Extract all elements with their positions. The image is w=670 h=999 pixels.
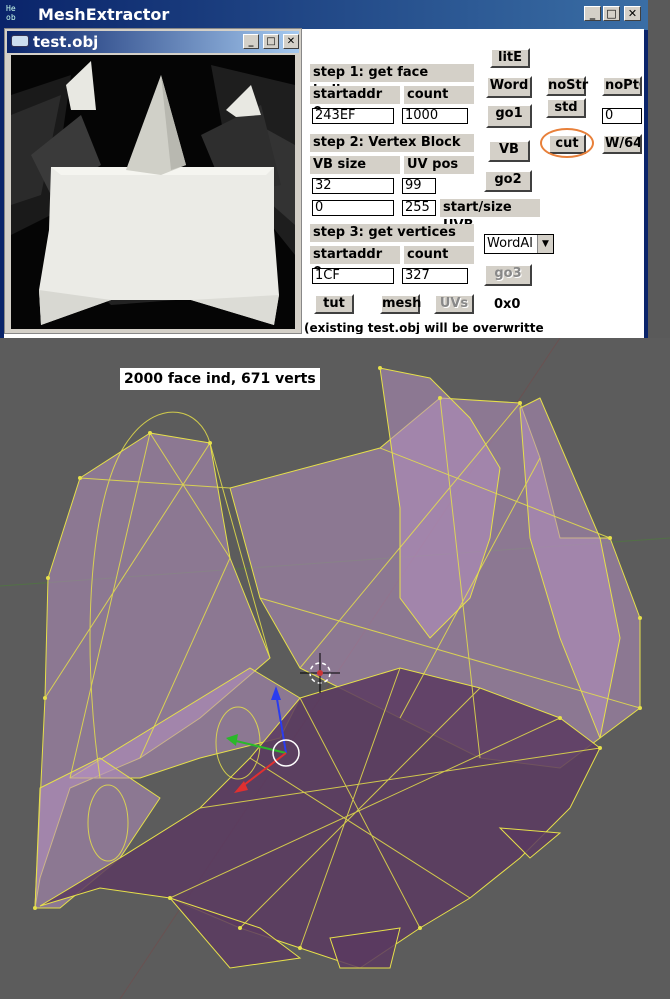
maximize-button[interactable]: □ — [603, 6, 620, 21]
step3-startaddr-input[interactable]: 1CF — [312, 268, 394, 284]
w64k-button[interactable]: W/64k — [602, 134, 642, 154]
step1-count-input[interactable]: 1000 — [402, 108, 468, 124]
go2-button[interactable]: go2 — [484, 170, 532, 192]
child-window-test-obj: test.obj _ □ ✕ — [4, 28, 302, 334]
step3-count-label: count — [404, 246, 474, 264]
step3-startaddr-label: startaddr 0x — [310, 246, 400, 280]
child-title: test.obj — [33, 33, 99, 51]
mesh-extractor-window: Heob MeshExtractor _ □ ✕ test.obj _ □ ✕ — [0, 0, 648, 338]
minimize-button[interactable]: _ — [584, 6, 601, 21]
step2-header: step 2: Vertex Block — [310, 134, 474, 152]
right-value-input[interactable]: 0 — [602, 108, 642, 124]
chevron-down-icon[interactable]: ▼ — [537, 235, 553, 253]
close-button[interactable]: ✕ — [624, 6, 641, 21]
mode-dropdown[interactable]: WordAl ▼ — [484, 234, 554, 254]
nostr-button[interactable]: noStr — [546, 76, 588, 96]
child-close-button[interactable]: ✕ — [283, 34, 299, 49]
highlight-circle — [540, 128, 594, 158]
go1-button[interactable]: go1 — [486, 104, 532, 128]
noptc-button[interactable]: noPtC — [602, 76, 642, 96]
wireframe-mesh-view — [0, 338, 670, 999]
mode-dropdown-value: WordAl — [487, 236, 533, 251]
mesh-stats-label: 2000 face ind, 671 verts — [120, 368, 320, 390]
step2-vbsize-input[interactable]: 32 — [312, 178, 394, 194]
app-title: MeshExtractor — [38, 5, 170, 24]
step1-count-label: count — [404, 86, 474, 104]
step2-uvpos-label: UV pos — [404, 156, 474, 174]
mesh-preview — [11, 61, 295, 325]
status-note: (existing test.obj will be overwritten!) — [304, 322, 544, 334]
step2-uvb-start-input[interactable]: 0 — [312, 200, 394, 216]
mesh-preview-viewport[interactable] — [11, 55, 295, 329]
step1-startaddr-label: startaddr 0x — [310, 86, 400, 120]
3d-viewport[interactable]: 2000 face ind, 671 verts — [0, 338, 670, 999]
go3-button[interactable]: go3 — [484, 264, 532, 286]
title-bar[interactable]: He ob MeshExtractor _ □ ✕ — [0, 0, 648, 30]
mesh-button[interactable]: mesh — [380, 294, 421, 314]
lite-button[interactable]: litE — [490, 48, 530, 68]
word-button[interactable]: Word — [486, 76, 532, 98]
tut-button[interactable]: tut — [314, 294, 354, 314]
child-maximize-button[interactable]: □ — [263, 34, 279, 49]
step2-vbsize-label: VB size — [310, 156, 400, 174]
step3-header: step 3: get vertices — [310, 224, 474, 242]
step2-uvb-label: start/size UVB — [440, 199, 540, 233]
vb-button[interactable]: VB — [488, 140, 530, 162]
child-title-bar[interactable]: test.obj _ □ ✕ — [7, 31, 299, 53]
uvs-button[interactable]: UVs — [434, 294, 474, 314]
app-icon: He ob — [6, 4, 16, 22]
step1-startaddr-input[interactable]: 243EF — [312, 108, 394, 124]
step2-uvb-size-input[interactable]: 255 — [402, 200, 436, 216]
step2-uvpos-input[interactable]: 99 — [402, 178, 436, 194]
hex-display: 0x0 — [494, 297, 521, 312]
child-minimize-button[interactable]: _ — [243, 34, 259, 49]
viewer-icon — [11, 35, 29, 47]
std-button[interactable]: std — [546, 98, 586, 118]
step3-count-input[interactable]: 327 — [402, 268, 468, 284]
step1-header: step 1: get face indices — [310, 64, 474, 98]
